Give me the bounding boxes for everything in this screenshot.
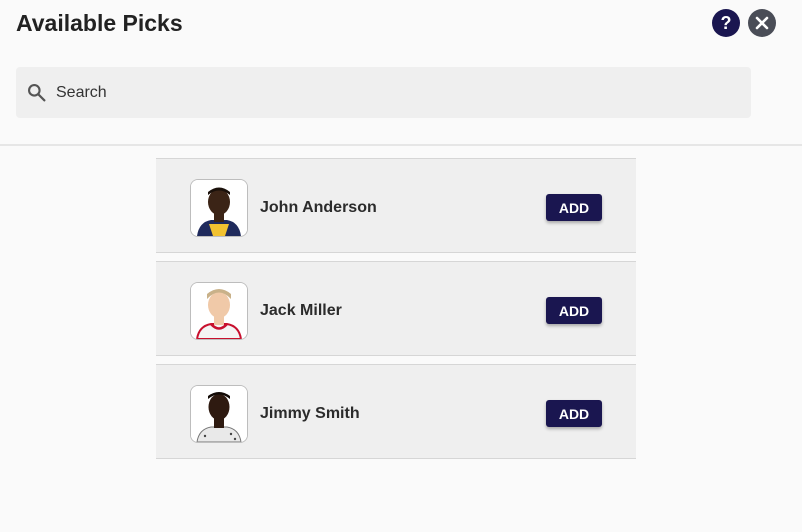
player-name: Jimmy Smith — [260, 405, 360, 422]
player-avatar — [190, 179, 248, 237]
player-card: Jimmy Smith ADD — [156, 364, 636, 459]
player-name: Jack Miller — [260, 302, 342, 319]
player-list: John Anderson ADD Jack Miller ADD Jimmy … — [156, 158, 636, 467]
player-card: Jack Miller ADD — [156, 261, 636, 356]
help-icon: ? — [721, 13, 732, 33]
svg-text:?: ? — [721, 13, 732, 33]
page-title: Available Picks — [16, 10, 183, 36]
player-headshot-image — [191, 386, 247, 442]
close-button[interactable] — [748, 9, 776, 37]
search-bar[interactable] — [16, 67, 751, 118]
player-avatar — [190, 385, 248, 443]
player-name: John Anderson — [260, 199, 377, 216]
player-avatar — [190, 282, 248, 340]
add-player-button[interactable]: ADD — [546, 400, 602, 427]
add-player-button[interactable]: ADD — [546, 297, 602, 324]
search-icon — [28, 84, 46, 102]
player-card: John Anderson ADD — [156, 158, 636, 253]
close-icon — [755, 16, 769, 30]
add-player-button[interactable]: ADD — [546, 194, 602, 221]
search-input[interactable] — [56, 67, 736, 118]
help-button[interactable]: ? — [712, 9, 740, 37]
header: Available Picks ? — [0, 0, 802, 146]
player-headshot-image — [191, 283, 247, 339]
player-headshot-image — [191, 180, 247, 236]
